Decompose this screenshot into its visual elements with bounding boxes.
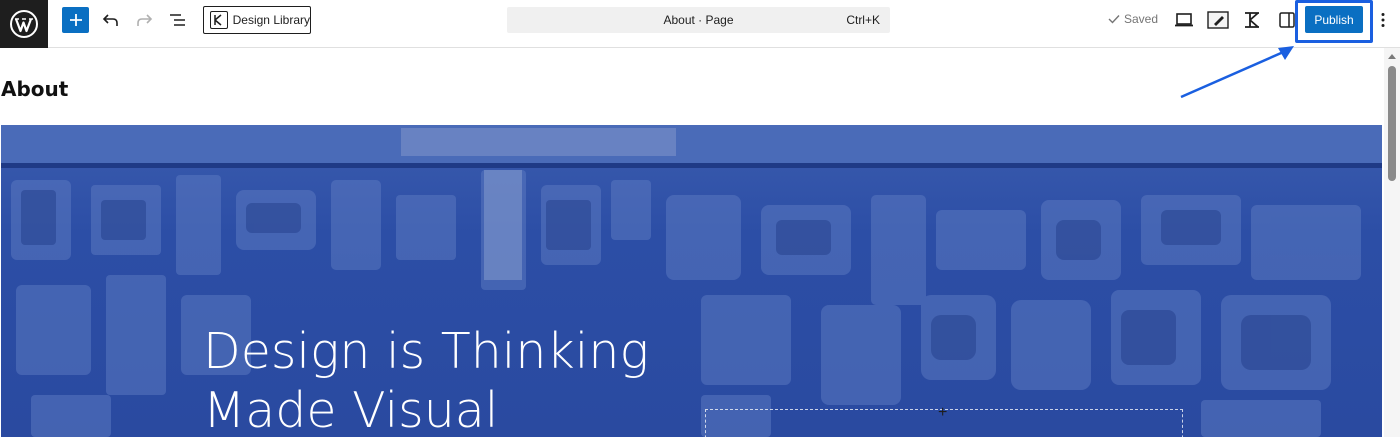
list-view-icon bbox=[170, 14, 185, 26]
design-library-label: Design Library bbox=[232, 13, 310, 27]
cover-heading-line-1: Design is Thinking bbox=[203, 323, 649, 380]
plus-icon: + bbox=[938, 404, 948, 421]
list-view-button[interactable] bbox=[166, 8, 190, 32]
scroll-up-arrow-icon[interactable] bbox=[1388, 54, 1396, 59]
styles-button[interactable] bbox=[1206, 8, 1230, 32]
settings-sidebar-icon bbox=[1279, 12, 1295, 28]
undo-button[interactable] bbox=[100, 8, 122, 32]
preview-button[interactable] bbox=[1172, 8, 1196, 32]
preview-desktop-icon bbox=[1175, 13, 1193, 27]
document-title: About · Page bbox=[663, 13, 734, 27]
styles-icon bbox=[1207, 11, 1229, 29]
cover-block[interactable]: Design is Thinking Made Visual + bbox=[1, 125, 1382, 437]
annotation-arrow bbox=[1180, 46, 1294, 99]
design-library-icon bbox=[210, 11, 228, 29]
add-block-button[interactable] bbox=[62, 7, 89, 33]
wordpress-logo[interactable] bbox=[0, 0, 48, 48]
redo-icon bbox=[137, 14, 153, 26]
kadence-icon bbox=[1245, 12, 1259, 28]
options-button[interactable] bbox=[1376, 8, 1390, 32]
keyboard-shortcut: Ctrl+K bbox=[846, 13, 880, 27]
kadence-button[interactable] bbox=[1240, 8, 1264, 32]
page-title[interactable]: About bbox=[1, 77, 68, 101]
cover-heading[interactable]: Design is Thinking Made Visual bbox=[203, 322, 649, 437]
undo-icon bbox=[102, 14, 118, 26]
command-center[interactable]: About · Page Ctrl+K bbox=[507, 7, 890, 33]
saved-status: Saved bbox=[1108, 12, 1158, 26]
design-library-button[interactable]: Design Library bbox=[203, 6, 311, 34]
vertical-scrollbar[interactable] bbox=[1384, 48, 1400, 437]
editor-toolbar: Design Library About · Page Ctrl+K Saved bbox=[0, 0, 1400, 48]
scrollbar-thumb[interactable] bbox=[1388, 66, 1396, 181]
cover-heading-line-2: Made Visual bbox=[203, 382, 499, 437]
redo-button[interactable] bbox=[133, 8, 155, 32]
publish-button[interactable]: Publish bbox=[1305, 6, 1363, 33]
wordpress-icon bbox=[10, 10, 38, 38]
plus-icon bbox=[69, 14, 82, 26]
options-icon bbox=[1381, 13, 1385, 27]
check-icon bbox=[1108, 15, 1120, 24]
saved-label: Saved bbox=[1124, 12, 1159, 26]
block-appender-placeholder[interactable]: + bbox=[705, 404, 1183, 437]
